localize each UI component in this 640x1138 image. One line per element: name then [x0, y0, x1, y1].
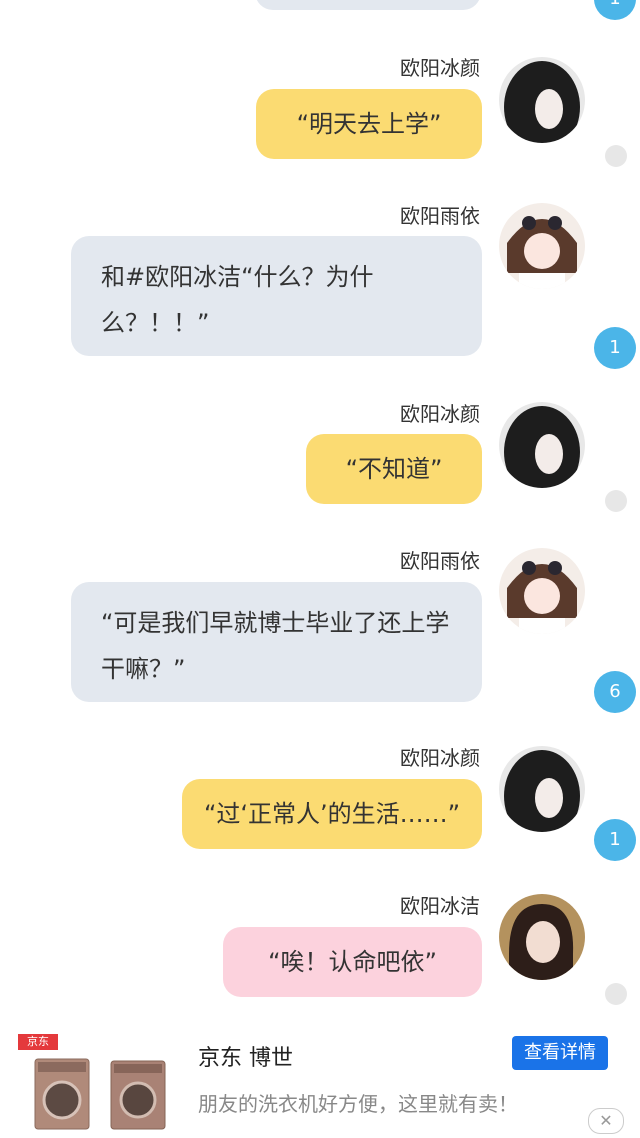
count-badge[interactable]: 1: [594, 0, 636, 20]
sender-name: 欧阳雨依: [400, 204, 480, 228]
sender-name: 欧阳冰颜: [400, 746, 480, 770]
ad-title[interactable]: 京东 博世: [198, 1040, 293, 1072]
washing-machine-icon: [34, 1058, 90, 1130]
sender-name: 欧阳冰颜: [400, 402, 480, 426]
read-status-dot: [605, 145, 627, 167]
avatar[interactable]: [499, 894, 585, 980]
count-badge[interactable]: 1: [594, 327, 636, 369]
message-bubble[interactable]: “可是我们早就博士毕业了还上学干嘛？”: [71, 582, 482, 702]
message-bubble[interactable]: “不知道”: [306, 434, 482, 504]
read-status-dot: [605, 490, 627, 512]
count-badge[interactable]: 6: [594, 671, 636, 713]
view-details-button[interactable]: 查看详情: [512, 1036, 608, 1070]
avatar[interactable]: [499, 57, 585, 143]
avatar[interactable]: [499, 402, 585, 488]
count-badge[interactable]: 1: [594, 819, 636, 861]
sender-name: 欧阳雨依: [400, 549, 480, 573]
ad-banner[interactable]: 京东 京东 博世 朋友的洗衣机好方便，这里就有卖！ 查看详情 ✕: [0, 1020, 640, 1138]
jd-logo-badge: 京东: [18, 1034, 58, 1050]
read-status-dot: [605, 983, 627, 1005]
message-bubble[interactable]: “过‘正常人’的生活……”: [182, 779, 482, 849]
washing-machine-icon: [110, 1060, 166, 1130]
close-icon: ✕: [599, 1111, 613, 1130]
sender-name: 欧阳冰洁: [400, 894, 480, 918]
ad-description[interactable]: 朋友的洗衣机好方便，这里就有卖！: [198, 1088, 518, 1117]
avatar[interactable]: [499, 548, 585, 634]
ad-product-image[interactable]: 京东: [14, 1030, 184, 1130]
sender-name: 欧阳冰颜: [400, 56, 480, 80]
avatar[interactable]: [499, 746, 585, 832]
message-bubble[interactable]: “明天去上学”: [256, 89, 482, 159]
message-bubble[interactable]: 和#欧阳冰洁“什么？为什么？！！”: [71, 236, 482, 356]
close-ad-button[interactable]: ✕: [588, 1108, 624, 1134]
avatar[interactable]: [499, 203, 585, 289]
message-bubble[interactable]: “唉！认命吧依”: [223, 927, 482, 997]
message-bubble-cutoff[interactable]: [255, 0, 481, 10]
